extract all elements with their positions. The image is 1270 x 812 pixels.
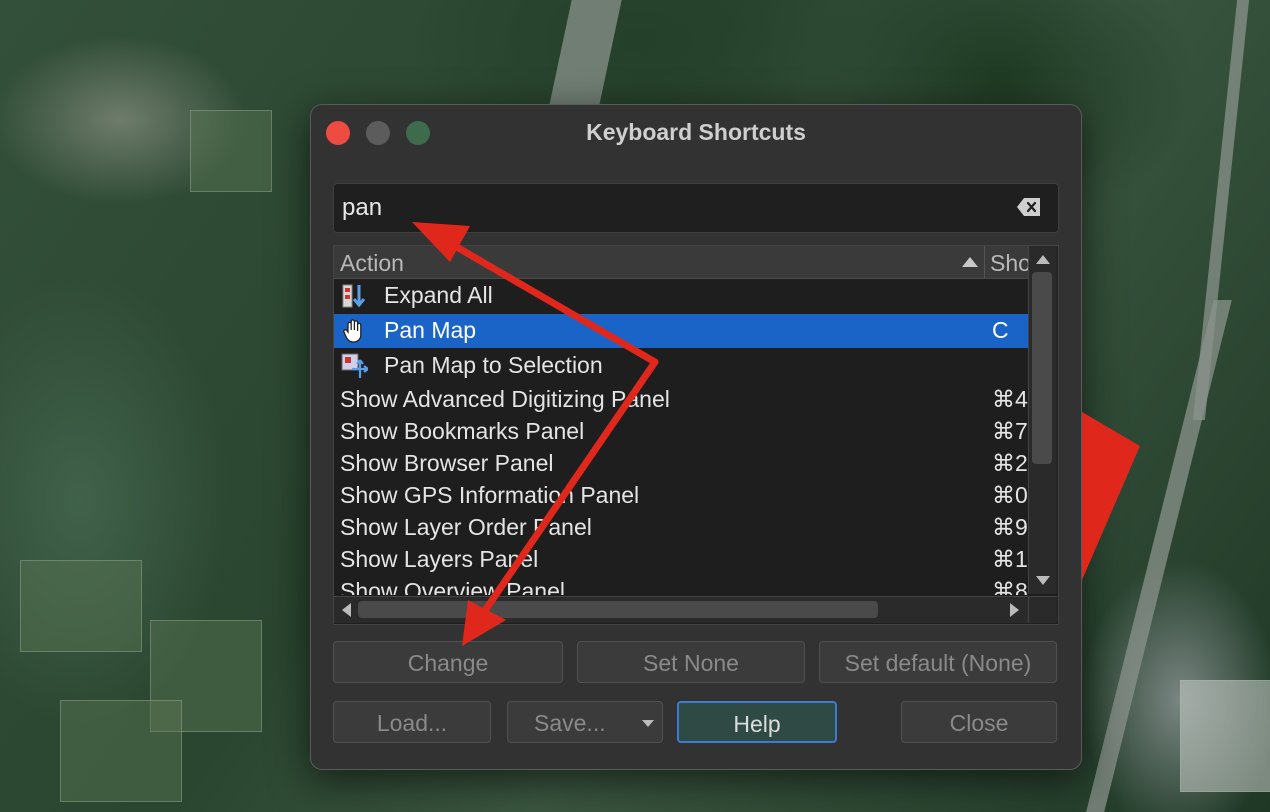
column-header-action[interactable]: Action — [340, 250, 404, 277]
set-none-button[interactable]: Set None — [577, 641, 805, 683]
row-action-label: Show Advanced Digitizing Panel — [340, 386, 670, 412]
map-field — [60, 700, 182, 802]
clear-backspace-icon[interactable] — [1016, 196, 1042, 218]
row-action-label: Show Overview Panel — [340, 578, 565, 595]
search-input[interactable] — [340, 190, 1004, 226]
table-row[interactable]: Show Browser Panel ⌘2 — [334, 447, 1028, 481]
sort-ascending-icon — [962, 257, 978, 267]
pan-to-selection-icon — [341, 353, 368, 378]
horizontal-scroll-thumb[interactable] — [358, 601, 878, 618]
table-body: Expand All Pan Map C Pan Map to Selectio… — [334, 279, 1028, 595]
table-row[interactable]: Show Bookmarks Panel ⌘7 — [334, 415, 1028, 449]
horizontal-scrollbar[interactable] — [334, 596, 1028, 623]
table-row[interactable]: Show Advanced Digitizing Panel ⌘4 — [334, 383, 1028, 417]
table-row[interactable]: Expand All — [334, 279, 1028, 313]
row-action-label: Expand All — [384, 282, 493, 308]
change-button[interactable]: Change — [333, 641, 563, 683]
window-title: Keyboard Shortcuts — [586, 119, 806, 145]
row-action-label: Show Browser Panel — [340, 450, 554, 476]
row-shortcut-label: ⌘0 — [992, 482, 1028, 508]
row-shortcut-label: ⌘2 — [992, 450, 1028, 476]
map-road — [548, 0, 622, 110]
vertical-scrollbar[interactable] — [1028, 246, 1057, 594]
row-shortcut-label: ⌘7 — [992, 418, 1028, 444]
row-shortcut-label: ⌘1 — [992, 546, 1028, 572]
scrollbar-corner — [1028, 596, 1057, 623]
row-action-label: Show Layers Panel — [340, 546, 539, 572]
load-button[interactable]: Load... — [333, 701, 491, 743]
row-shortcut-label: ⌘9 — [992, 514, 1028, 540]
column-header-shortcut[interactable]: Sho — [990, 250, 1028, 277]
row-action-label: Pan Map — [384, 317, 477, 343]
table-row[interactable]: Pan Map to Selection — [334, 349, 1028, 383]
row-action-label: Show Bookmarks Panel — [340, 418, 585, 444]
save-button-label: Save... — [534, 710, 606, 736]
search-box — [333, 183, 1059, 233]
table-header: Action Sho — [334, 246, 1028, 279]
table-row-selected[interactable]: Pan Map C — [334, 314, 1028, 348]
row-action-label: Show Layer Order Panel — [340, 514, 592, 540]
scroll-right-arrow-icon[interactable] — [1010, 603, 1019, 617]
map-field — [20, 560, 142, 652]
save-button[interactable]: Save... — [507, 701, 663, 743]
row-shortcut-label: C — [992, 317, 1009, 343]
table-row[interactable]: Show GPS Information Panel ⌘0 — [334, 479, 1028, 513]
map-road — [1192, 0, 1250, 420]
pan-hand-icon — [343, 319, 362, 343]
close-button[interactable]: Close — [901, 701, 1057, 743]
map-field — [190, 110, 272, 192]
help-button[interactable]: Help — [677, 701, 837, 743]
title-bar: Keyboard Shortcuts — [311, 105, 1081, 159]
row-action-label: Pan Map to Selection — [384, 352, 603, 378]
scroll-up-arrow-icon[interactable] — [1036, 255, 1050, 264]
row-shortcut-label: ⌘8 — [992, 578, 1028, 595]
shortcuts-table: Action Sho Expand All Pan Map C Pan Map … — [333, 245, 1059, 625]
table-row[interactable]: Show Layer Order Panel ⌘9 — [334, 511, 1028, 545]
table-row[interactable]: Show Overview Panel ⌘8 — [334, 575, 1028, 595]
expand-all-icon — [342, 284, 366, 308]
scroll-left-arrow-icon[interactable] — [342, 603, 351, 617]
keyboard-shortcuts-dialog: Keyboard Shortcuts Action Sho Expand A — [310, 104, 1082, 770]
row-action-label: Show GPS Information Panel — [340, 482, 640, 508]
set-default-button[interactable]: Set default (None) — [819, 641, 1057, 683]
row-shortcut-label: ⌘4 — [992, 386, 1028, 412]
scroll-down-arrow-icon[interactable] — [1036, 576, 1050, 585]
chevron-down-icon[interactable] — [642, 720, 654, 727]
vertical-scroll-thumb[interactable] — [1032, 272, 1052, 464]
map-building — [1180, 680, 1270, 792]
column-divider[interactable] — [984, 246, 985, 278]
table-row[interactable]: Show Layers Panel ⌘1 — [334, 543, 1028, 577]
